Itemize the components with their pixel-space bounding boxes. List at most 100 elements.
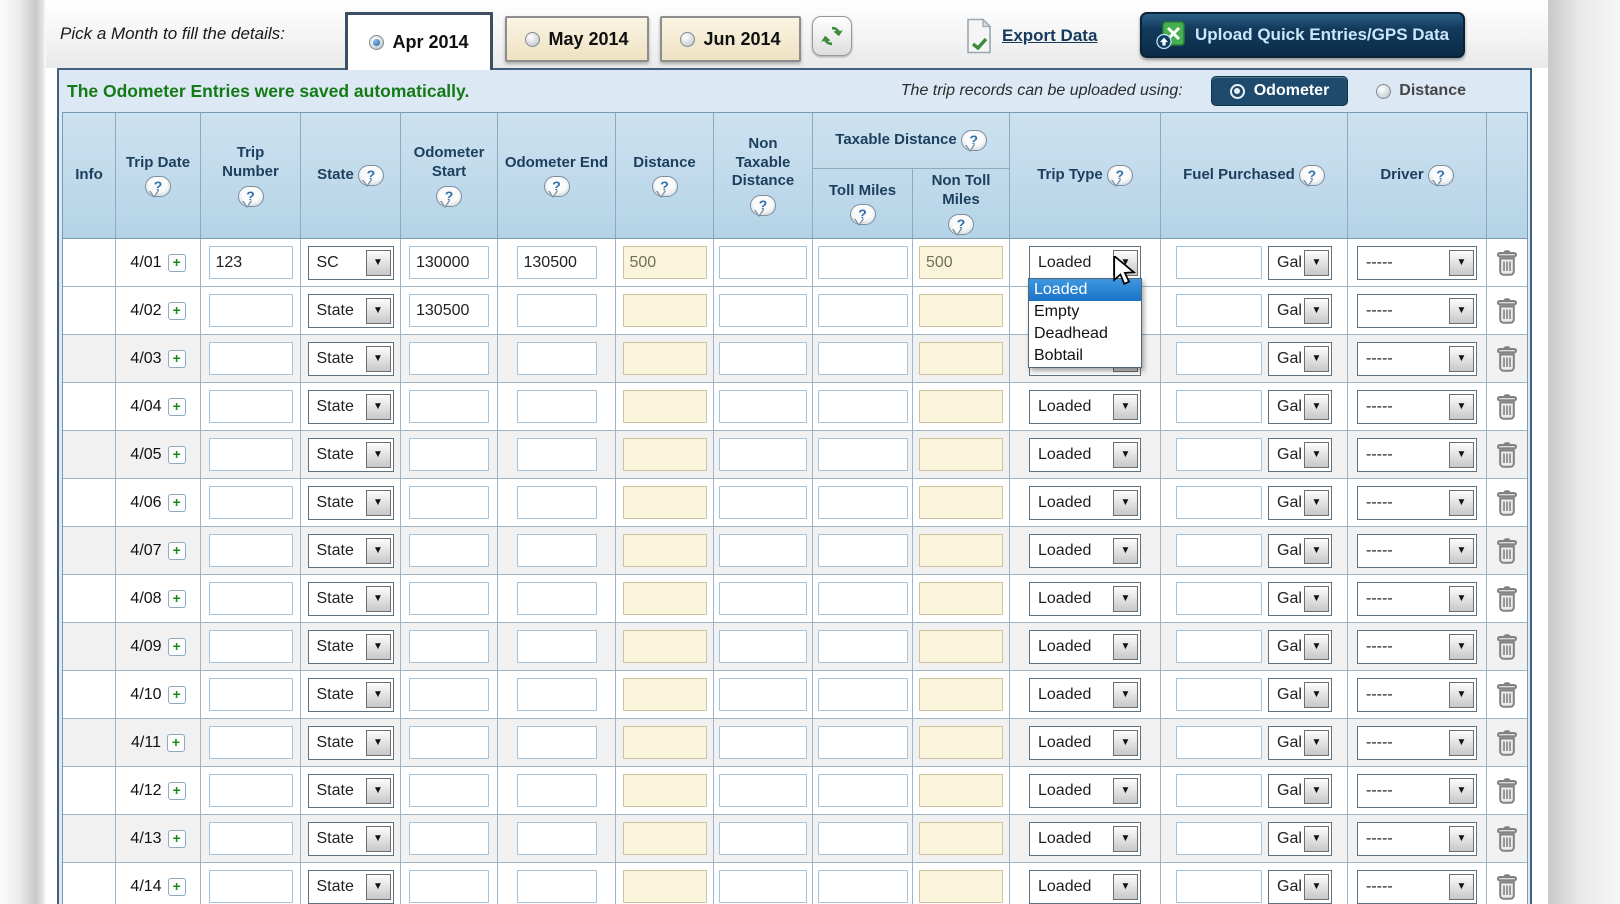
help-icon[interactable]: ? (961, 130, 987, 151)
odometer-start-input[interactable] (409, 774, 489, 807)
toll-miles-input[interactable] (818, 246, 908, 279)
distance-input[interactable] (623, 678, 707, 711)
fuel-purchased-input[interactable] (1176, 438, 1262, 471)
distance-input[interactable] (623, 534, 707, 567)
odometer-end-input[interactable] (517, 630, 597, 663)
odometer-start-input[interactable] (409, 438, 489, 471)
state-select[interactable]: State ▼ (308, 774, 394, 808)
non-taxable-distance-input[interactable] (719, 246, 807, 279)
trip-number-input[interactable] (209, 342, 293, 375)
delete-row-button[interactable] (1495, 681, 1519, 709)
delete-row-button[interactable] (1495, 537, 1519, 565)
tab-may-2014[interactable]: May 2014 (505, 16, 649, 62)
delete-row-button[interactable] (1495, 345, 1519, 373)
non-toll-miles-input[interactable] (919, 534, 1003, 567)
non-toll-miles-input[interactable] (919, 726, 1003, 759)
trip-number-input[interactable] (209, 630, 293, 663)
non-toll-miles-input[interactable] (919, 294, 1003, 327)
state-select[interactable]: State ▼ (308, 678, 394, 712)
trip-number-input[interactable] (209, 678, 293, 711)
odometer-end-input[interactable] (517, 246, 597, 279)
non-taxable-distance-input[interactable] (719, 678, 807, 711)
add-trip-button[interactable]: + (168, 398, 186, 416)
trip-number-input[interactable] (209, 486, 293, 519)
driver-select[interactable]: ----- ▼ (1357, 870, 1477, 904)
distance-input[interactable] (623, 630, 707, 663)
driver-select[interactable]: ----- ▼ (1357, 582, 1477, 616)
trip-type-select[interactable]: Loaded ▼ (1029, 534, 1141, 568)
non-toll-miles-input[interactable] (919, 246, 1003, 279)
non-taxable-distance-input[interactable] (719, 774, 807, 807)
non-toll-miles-input[interactable] (919, 630, 1003, 663)
help-icon[interactable]: ? (948, 214, 974, 235)
toll-miles-input[interactable] (818, 486, 908, 519)
state-select[interactable]: State ▼ (308, 582, 394, 616)
help-icon[interactable]: ? (436, 186, 462, 207)
non-taxable-distance-input[interactable] (719, 726, 807, 759)
state-select[interactable]: State ▼ (308, 342, 394, 376)
odometer-end-input[interactable] (517, 294, 597, 327)
trip-number-input[interactable] (209, 534, 293, 567)
odometer-start-input[interactable] (409, 294, 489, 327)
fuel-purchased-input[interactable] (1176, 630, 1262, 663)
trip-number-input[interactable] (209, 390, 293, 423)
toll-miles-input[interactable] (818, 294, 908, 327)
fuel-unit-select[interactable]: Gal ▼ (1268, 822, 1332, 856)
trip-type-select[interactable]: Loaded ▼ (1029, 678, 1141, 712)
help-icon[interactable]: ? (544, 176, 570, 197)
non-toll-miles-input[interactable] (919, 870, 1003, 903)
non-taxable-distance-input[interactable] (719, 870, 807, 903)
fuel-unit-select[interactable]: Gal ▼ (1268, 390, 1332, 424)
delete-row-button[interactable] (1495, 633, 1519, 661)
driver-select[interactable]: ----- ▼ (1357, 774, 1477, 808)
add-trip-button[interactable]: + (168, 638, 186, 656)
odometer-start-input[interactable] (409, 870, 489, 903)
toll-miles-input[interactable] (818, 870, 908, 903)
toll-miles-input[interactable] (818, 342, 908, 375)
non-taxable-distance-input[interactable] (719, 294, 807, 327)
distance-input[interactable] (623, 294, 707, 327)
distance-input[interactable] (623, 870, 707, 903)
non-taxable-distance-input[interactable] (719, 486, 807, 519)
driver-select[interactable]: ----- ▼ (1357, 630, 1477, 664)
odometer-start-input[interactable] (409, 390, 489, 423)
add-trip-button[interactable]: + (168, 350, 186, 368)
odometer-end-input[interactable] (517, 438, 597, 471)
tab-jun-2014[interactable]: Jun 2014 (660, 16, 801, 62)
add-trip-button[interactable]: + (168, 494, 186, 512)
odometer-start-input[interactable] (409, 630, 489, 663)
trip-type-select[interactable]: Loaded ▼ (1029, 390, 1141, 424)
fuel-purchased-input[interactable] (1176, 726, 1262, 759)
trip-number-input[interactable] (209, 870, 293, 903)
trip-type-select[interactable]: Loaded ▼ (1029, 726, 1141, 760)
driver-select[interactable]: ----- ▼ (1357, 726, 1477, 760)
driver-select[interactable]: ----- ▼ (1357, 390, 1477, 424)
distance-input[interactable] (623, 342, 707, 375)
trip-type-select[interactable]: Loaded ▼ (1029, 486, 1141, 520)
fuel-purchased-input[interactable] (1176, 246, 1262, 279)
trip-type-option-empty[interactable]: Empty (1029, 301, 1141, 323)
driver-select[interactable]: ----- ▼ (1357, 246, 1477, 280)
state-select[interactable]: State ▼ (308, 870, 394, 904)
fuel-unit-select[interactable]: Gal ▼ (1268, 630, 1332, 664)
fuel-unit-select[interactable]: Gal ▼ (1268, 486, 1332, 520)
odometer-end-input[interactable] (517, 534, 597, 567)
add-trip-button[interactable]: + (168, 878, 186, 896)
help-icon[interactable]: ? (238, 186, 264, 207)
delete-row-button[interactable] (1495, 441, 1519, 469)
odometer-end-input[interactable] (517, 486, 597, 519)
help-icon[interactable]: ? (1428, 165, 1454, 186)
fuel-unit-select[interactable]: Gal ▼ (1268, 582, 1332, 616)
add-trip-button[interactable]: + (168, 254, 186, 272)
non-toll-miles-input[interactable] (919, 582, 1003, 615)
trip-type-option-bobtail[interactable]: Bobtail (1029, 345, 1141, 367)
toll-miles-input[interactable] (818, 822, 908, 855)
odometer-start-input[interactable] (409, 246, 489, 279)
state-select[interactable]: State ▼ (308, 630, 394, 664)
trip-number-input[interactable] (209, 438, 293, 471)
trip-type-option-deadhead[interactable]: Deadhead (1029, 323, 1141, 345)
delete-row-button[interactable] (1495, 825, 1519, 853)
fuel-unit-select[interactable]: Gal ▼ (1268, 774, 1332, 808)
trip-type-select[interactable]: Loaded ▼ (1029, 630, 1141, 664)
odometer-start-input[interactable] (409, 678, 489, 711)
